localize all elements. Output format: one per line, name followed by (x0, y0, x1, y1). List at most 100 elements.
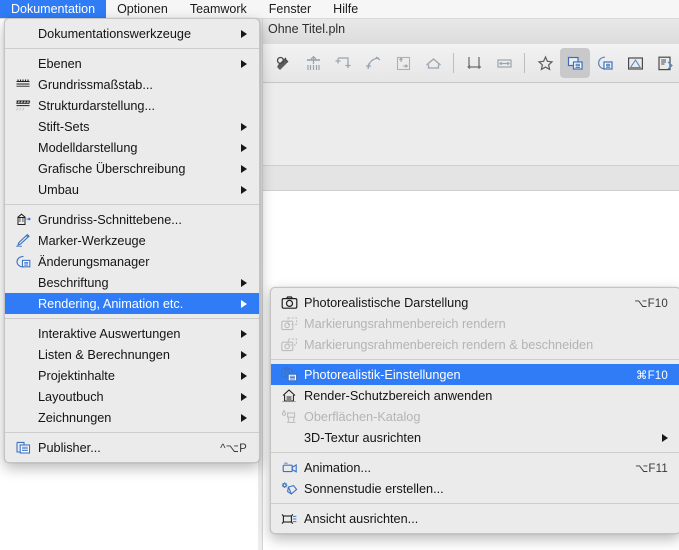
menu-item[interactable]: 3D-Textur ausrichten (271, 427, 679, 448)
renovation-filter-icon[interactable] (590, 48, 620, 78)
menu-item[interactable]: Interaktive Auswertungen (5, 323, 259, 344)
menu-item-icon-placeholder (15, 182, 35, 198)
menu-item: Markierungsrahmenbereich rendern (271, 313, 679, 334)
menu-item-label: Markierungsrahmenbereich rendern & besch… (304, 337, 594, 352)
favorites-star-icon[interactable] (530, 48, 560, 78)
submenu-arrow-icon (241, 29, 247, 38)
menu-item-icon-placeholder (15, 368, 35, 384)
menu-item: Oberflächen-Katalog (271, 406, 679, 427)
camera-settings-icon (281, 367, 301, 383)
sun-study-icon (281, 481, 301, 497)
surface-catalog-icon (281, 409, 301, 425)
menu-item-label: Markierungsrahmenbereich rendern (304, 316, 506, 331)
menu-item[interactable]: Modelldarstellung (5, 137, 259, 158)
menu-separator (5, 432, 259, 433)
menu-item[interactable]: Render-Schutzbereich anwenden (271, 385, 679, 406)
menu-item[interactable]: Änderungsmanager (5, 251, 259, 272)
submenu-arrow-icon (241, 299, 247, 308)
window-titlebar: Ohne Titel.pln (258, 18, 679, 45)
submenu-arrow-icon (241, 185, 247, 194)
toolbar-divider-2 (524, 53, 525, 73)
menu-item[interactable]: Listen & Berechnungen (5, 344, 259, 365)
magic-wand-icon[interactable] (268, 48, 298, 78)
corner-snap-icon[interactable] (328, 48, 358, 78)
menu-item[interactable]: Ebenen (5, 53, 259, 74)
menu-separator (271, 503, 679, 504)
submenu-rendering-animation[interactable]: Photorealistische Darstellung ⌥F10 Markier… (270, 287, 679, 534)
menu-item[interactable]: Strukturdarstellung... (5, 95, 259, 116)
menu-item-label: Grundrissmaßstab... (38, 77, 153, 92)
arc-tangent-icon[interactable] (358, 48, 388, 78)
layers-panel-icon[interactable] (560, 48, 590, 78)
menubar-item-hilfe[interactable]: Hilfe (322, 0, 369, 18)
submenu-arrow-icon (241, 371, 247, 380)
menu-item-label: Animation... (304, 460, 371, 475)
graphic-override-icon[interactable] (620, 48, 650, 78)
menu-item[interactable]: Grundriss-Schnittebene... (5, 209, 259, 230)
move-to-layer-icon[interactable] (388, 48, 418, 78)
menu-item[interactable]: Sonnenstudie erstellen... (271, 478, 679, 499)
menu-item[interactable]: Stift-Sets (5, 116, 259, 137)
marker-pen-icon (15, 233, 35, 249)
menubar-item-teamwork[interactable]: Teamwork (179, 0, 258, 18)
menu-item[interactable]: Umbau (5, 179, 259, 200)
floorplan-cutplane-icon (15, 212, 35, 228)
menu-item-label: Rendering, Animation etc. (38, 296, 184, 311)
window-title: Ohne Titel.pln (268, 22, 346, 36)
menu-item[interactable]: Zeichnungen (5, 407, 259, 428)
menu-item[interactable]: Marker-Werkzeuge (5, 230, 259, 251)
menu-item-icon-placeholder (15, 140, 35, 156)
menu-item-shortcut: ⌥F10 (634, 297, 668, 310)
menu-item[interactable]: Photorealistische Darstellung ⌥F10 (271, 292, 679, 313)
menu-item-icon-placeholder (15, 347, 35, 363)
menu-item-icon-placeholder (15, 326, 35, 342)
menu-item-label: Sonnenstudie erstellen... (304, 481, 444, 496)
menu-item[interactable]: Dokumentationswerkzeuge (5, 23, 259, 44)
scale-icon (15, 77, 35, 93)
menubar-item-optionen[interactable]: Optionen (106, 0, 179, 18)
align-view-icon (281, 511, 301, 527)
menu-item[interactable]: Grafische Überschreibung (5, 158, 259, 179)
menu-item-label: Änderungsmanager (38, 254, 150, 269)
submenu-arrow-icon (241, 143, 247, 152)
menu-item-label: Layoutbuch (38, 389, 104, 404)
render-protect-icon (281, 388, 301, 404)
menu-item[interactable]: Projektinhalte (5, 365, 259, 386)
menu-separator (5, 204, 259, 205)
menu-item[interactable]: Rendering, Animation etc. (5, 293, 259, 314)
publisher-icon (15, 440, 35, 456)
dimension-vertical-icon[interactable] (459, 48, 489, 78)
menu-item[interactable]: Photorealistik-Einstellungen ⌘F10 (271, 364, 679, 385)
menu-item-icon-placeholder (15, 26, 35, 42)
menu-item[interactable]: Ansicht ausrichten... (271, 508, 679, 529)
menu-separator (271, 359, 679, 360)
toolbar-divider (453, 53, 454, 73)
submenu-arrow-icon (241, 392, 247, 401)
secondary-panel-strip (258, 166, 679, 191)
menubar-item-dokumentation[interactable]: Dokumentation (0, 0, 107, 18)
menu-item-shortcut: ^⌥P (220, 442, 247, 455)
home-story-icon[interactable] (418, 48, 448, 78)
menu-item-icon-placeholder (15, 410, 35, 426)
elevate-to-story-icon[interactable] (298, 48, 328, 78)
menu-item[interactable]: Beschriftung (5, 272, 259, 293)
menubar-item-fenster[interactable]: Fenster (258, 0, 322, 18)
submenu-arrow-icon (662, 433, 668, 442)
menu-item[interactable]: Animation... ⌥F11 (271, 457, 679, 478)
dimension-horizontal-icon[interactable] (489, 48, 519, 78)
info-panel-strip (258, 83, 679, 166)
structure-display-icon (15, 98, 35, 114)
menu-item-label: Modelldarstellung (38, 140, 138, 155)
model-view-icon[interactable] (650, 48, 679, 78)
menu-item[interactable]: Layoutbuch (5, 386, 259, 407)
menu-item[interactable]: Publisher... ^⌥P (5, 437, 259, 458)
menu-item-label: Oberflächen-Katalog (304, 409, 421, 424)
menu-item-label: Dokumentationswerkzeuge (38, 26, 192, 41)
submenu-arrow-icon (241, 59, 247, 68)
menu-item[interactable]: Grundrissmaßstab... (5, 74, 259, 95)
menu-item-icon-placeholder (15, 161, 35, 177)
dropdown-menu-dokumentation[interactable]: Dokumentationswerkzeuge Ebenen Grundrissma… (4, 18, 260, 463)
menu-item-icon-placeholder (15, 275, 35, 291)
menu-separator (5, 318, 259, 319)
camera-marquee-icon (281, 316, 301, 332)
